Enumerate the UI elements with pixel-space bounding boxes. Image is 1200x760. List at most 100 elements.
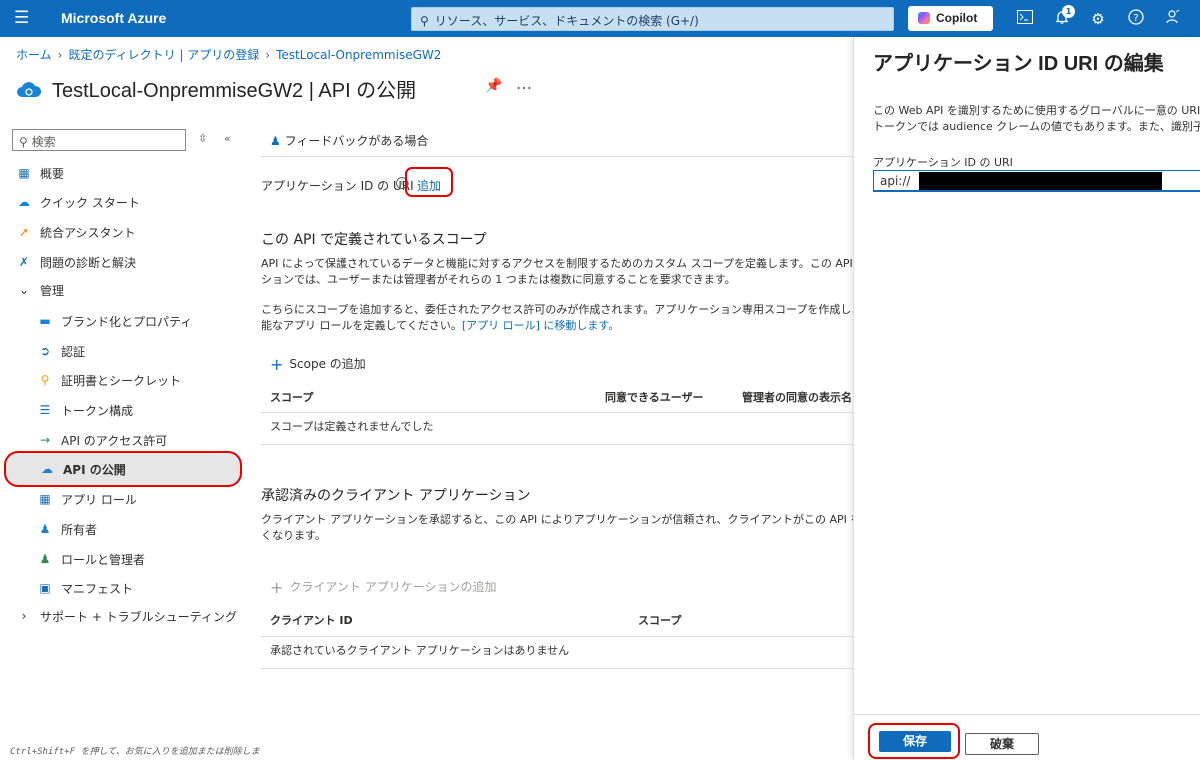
- sidebar-item-certificates[interactable]: ⚲ 証明書とシークレット: [37, 367, 181, 393]
- feedback-person-icon: ♟: [270, 134, 281, 148]
- top-bar: ☰ Microsoft Azure ⚲ リソース、サービス、ドキュメントの検索 (…: [0, 0, 1200, 37]
- sidebar-item-app-roles[interactable]: ▦ アプリ ロール: [37, 486, 137, 512]
- sidebar-item-roles-admins[interactable]: ♟ ロールと管理者: [37, 546, 145, 572]
- manifest-icon: ▣: [39, 581, 51, 595]
- scopes-section-title: この API で定義されているスコープ: [261, 232, 487, 248]
- scopes-empty-message: スコープは定義されませんでした: [270, 420, 434, 433]
- sidebar-item-api-permissions[interactable]: → API のアクセス許可: [37, 427, 167, 453]
- column-header-client-scope[interactable]: スコープ: [638, 612, 681, 628]
- favorites-hint: Ctrl+Shift+F を押して、お気に入りを追加または削除しま: [10, 747, 260, 757]
- cloud-icon: ☁: [41, 462, 53, 476]
- plus-icon: +: [270, 578, 284, 597]
- plus-icon: +: [270, 355, 284, 374]
- column-header-scope[interactable]: スコープ: [270, 389, 313, 405]
- divider: [261, 444, 853, 445]
- grid-icon: ▦: [18, 166, 30, 180]
- sidebar-item-quickstart[interactable]: ☁ クイック スタート: [16, 189, 140, 215]
- cloud-shell-icon[interactable]: [1015, 9, 1035, 29]
- sidebar-item-label: API のアクセス許可: [61, 433, 168, 448]
- clients-empty-message: 承認されているクライアント アプリケーションはありません: [270, 644, 570, 657]
- global-search-placeholder: リソース、サービス、ドキュメントの検索 (G+/): [434, 14, 699, 28]
- sidebar-item-manifest[interactable]: ▣ マニフェスト: [37, 575, 133, 601]
- card-icon: ▬: [39, 314, 51, 328]
- sidebar-item-label: API の公開: [63, 462, 126, 477]
- app-id-uri-value: api://: [880, 174, 911, 188]
- sidebar-item-token-configuration[interactable]: ☰ トークン構成: [37, 397, 133, 423]
- scopes-description-3: こちらにスコープを追加すると、委任されたアクセス許可のみが作成されます。アプリケ…: [261, 303, 853, 316]
- sidebar-group-manage[interactable]: ⌄ 管理: [16, 277, 64, 303]
- menu-icon[interactable]: ☰: [14, 9, 29, 27]
- save-highlight: 保存: [868, 723, 960, 759]
- rocket-icon: ➚: [18, 225, 30, 239]
- sort-icon[interactable]: ⇳: [198, 132, 207, 145]
- sidebar-item-label: トークン構成: [61, 403, 134, 418]
- breadcrumb-home[interactable]: ホーム: [16, 48, 52, 62]
- brand-title[interactable]: Microsoft Azure: [61, 10, 166, 26]
- scopes-description-4-text: 能なアプリ ロールを定義してください。: [261, 319, 462, 332]
- sidebar-search-input[interactable]: ⚲ 検索: [12, 129, 186, 151]
- save-button[interactable]: 保存: [879, 731, 951, 752]
- add-app-id-uri-link[interactable]: 追加: [405, 167, 453, 197]
- search-icon: ⚲: [19, 135, 28, 149]
- search-icon: ⚲: [420, 14, 429, 28]
- sidebar-item-label: クイック スタート: [40, 195, 140, 210]
- auth-icon: ➲: [39, 344, 51, 358]
- column-header-client-id[interactable]: クライアント ID: [270, 612, 353, 628]
- sidebar-item-label: 問題の診断と解決: [40, 255, 137, 270]
- sidebar-group-support[interactable]: › サポート + トラブルシューティング: [16, 603, 237, 629]
- app-role-icon: ▦: [39, 492, 51, 506]
- pin-icon[interactable]: 📌: [485, 78, 502, 94]
- app-roles-link[interactable]: [アプリ ロール] に移動します。: [462, 319, 619, 332]
- chevron-right-icon: ›: [265, 48, 271, 62]
- sidebar-item-label: ロールと管理者: [61, 552, 146, 567]
- sidebar-item-expose-api[interactable]: ☁ API の公開: [4, 451, 242, 487]
- sidebar-item-label: ブランド化とプロパティ: [61, 314, 193, 329]
- app-id-uri-field-label: アプリケーション ID の URI: [873, 156, 1013, 169]
- discard-button[interactable]: 破棄: [965, 733, 1039, 755]
- sidebar-item-overview[interactable]: ▦ 概要: [16, 160, 64, 186]
- sidebar-item-label: 統合アシスタント: [40, 225, 136, 240]
- help-icon[interactable]: ?: [1126, 9, 1146, 29]
- divider: [261, 412, 853, 413]
- panel-description-1: この Web API を識別するために使用するグローバルに一意の URI。ス: [873, 104, 1200, 117]
- copilot-label: Copilot: [936, 11, 978, 25]
- people-icon: ♟: [39, 522, 51, 536]
- sidebar-item-label: 概要: [40, 166, 65, 181]
- sidebar-item-integration-assistant[interactable]: ➚ 統合アシスタント: [16, 219, 136, 245]
- breadcrumb-app[interactable]: TestLocal-OnpremmiseGW2: [276, 48, 441, 62]
- more-options-icon[interactable]: …: [516, 74, 532, 93]
- scopes-description-4: 能なアプリ ロールを定義してください。[アプリ ロール] に移動します。: [261, 318, 853, 334]
- api-permission-icon: →: [39, 433, 51, 447]
- feedback-label: フィードバックがある場合: [284, 134, 429, 148]
- sidebar-item-diagnose[interactable]: ✗ 問題の診断と解決: [16, 249, 136, 275]
- app-id-uri-input[interactable]: api://: [873, 170, 1200, 192]
- role-admin-icon: ♟: [39, 552, 51, 566]
- panel-description-2: トークンでは audience クレームの値でもあります。また、識別子 URI: [873, 120, 1200, 133]
- cloud-bolt-icon: ☁: [18, 195, 30, 209]
- sidebar-item-branding[interactable]: ▬ ブランド化とプロパティ: [37, 308, 192, 334]
- settings-gear-icon[interactable]: ⚙: [1088, 9, 1108, 29]
- collapse-sidebar-icon[interactable]: «: [224, 132, 231, 145]
- copilot-button[interactable]: Copilot: [908, 6, 993, 31]
- sidebar-item-owners[interactable]: ♟ 所有者: [37, 516, 97, 542]
- breadcrumb-app-registrations[interactable]: 既定のディレクトリ | アプリの登録: [68, 48, 259, 62]
- add-scope-button[interactable]: + Scope の追加: [270, 355, 366, 374]
- sidebar-item-label: 認証: [61, 344, 86, 359]
- sidebar-item-label: 証明書とシークレット: [61, 373, 182, 388]
- column-header-admin-consent-name[interactable]: 管理者の同意の表示名: [742, 389, 853, 405]
- add-client-button[interactable]: + クライアント アプリケーションの追加: [270, 578, 497, 597]
- clients-section-title: 承認済みのクライアント アプリケーション: [261, 488, 531, 504]
- sidebar-item-authentication[interactable]: ➲ 認証: [37, 338, 85, 364]
- add-scope-label: Scope の追加: [289, 357, 366, 371]
- scopes-description-2: ションでは、ユーザーまたは管理者がそれらの 1 つまたは複数に同意することを要求…: [261, 273, 736, 286]
- sidebar-search-placeholder: 検索: [31, 135, 56, 149]
- bars-icon: ☰: [39, 403, 51, 417]
- copilot-icon: [918, 12, 930, 24]
- column-header-consent-users[interactable]: 同意できるユーザー: [605, 389, 704, 405]
- clients-description-2: くなります。: [261, 529, 326, 542]
- global-search-input[interactable]: ⚲ リソース、サービス、ドキュメントの検索 (G+/): [411, 7, 894, 31]
- feedback-button[interactable]: ♟ フィードバックがある場合: [270, 132, 428, 149]
- panel-description: この Web API を識別するために使用するグローバルに一意の URI。ス ト…: [873, 103, 1200, 135]
- feedback-person-icon[interactable]: [1163, 9, 1183, 29]
- chevron-right-icon: ›: [21, 609, 27, 623]
